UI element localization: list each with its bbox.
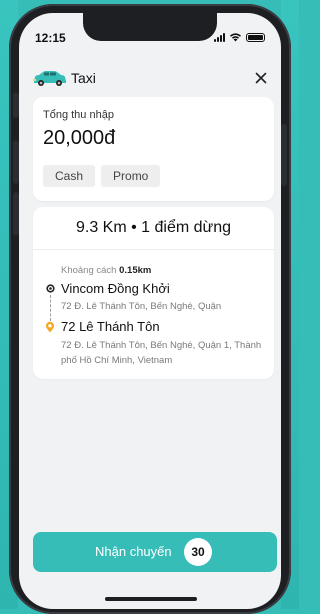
wifi-icon	[230, 33, 241, 42]
dropoff-pin-icon	[46, 321, 54, 333]
taxi-car-icon	[33, 71, 66, 86]
countdown-badge: 30	[184, 538, 212, 566]
close-button[interactable]	[250, 67, 272, 89]
accept-ride-button[interactable]: Nhận chuyến 30	[33, 532, 277, 572]
distance-info: Khoảng cách 0.15km	[61, 265, 151, 276]
status-bar: 12:15	[19, 13, 281, 53]
status-time: 12:15	[35, 31, 66, 45]
stop-2-address: 72 Đ. Lê Thánh Tôn, Bến Nghé, Quận 1, Th…	[61, 340, 262, 366]
distance-value: 0.15km	[119, 265, 152, 276]
route-connector	[50, 295, 51, 321]
stop-2-name: 72 Lê Thánh Tôn	[61, 319, 160, 334]
chip-cash: Cash	[43, 165, 96, 187]
earnings-amount: 20,000đ	[43, 127, 116, 149]
status-icons	[214, 32, 265, 42]
stop-1-address: 72 Đ. Lê Thánh Tôn, Bến Nghé, Quận	[61, 301, 222, 312]
home-indicator	[105, 597, 197, 601]
distance-label: Khoảng cách	[61, 265, 117, 276]
route-summary: 9.3 Km • 1 điểm dừng	[33, 207, 274, 250]
route-card: 9.3 Km • 1 điểm dừng Khoảng cách 0.15km …	[33, 207, 274, 379]
header: Taxi	[19, 63, 281, 93]
signal-icon	[214, 32, 225, 42]
earnings-card: Tổng thu nhập 20,000đ Cash Promo	[33, 97, 274, 201]
pickup-dot-icon	[46, 284, 55, 293]
chip-promo: Promo	[101, 165, 161, 187]
power-button	[281, 124, 287, 186]
header-title: Taxi	[71, 70, 96, 86]
accept-ride-label: Nhận chuyến	[95, 544, 172, 559]
payment-chips: Cash Promo	[43, 165, 161, 187]
close-icon	[255, 72, 267, 84]
earnings-label: Tổng thu nhập	[43, 109, 114, 121]
phone-screen: 12:15 Taxi Tổng thu nhập 20,000đ Cash Pr…	[19, 13, 281, 609]
stop-1-name: Vincom Đồng Khởi	[61, 281, 170, 296]
battery-icon	[246, 32, 265, 42]
